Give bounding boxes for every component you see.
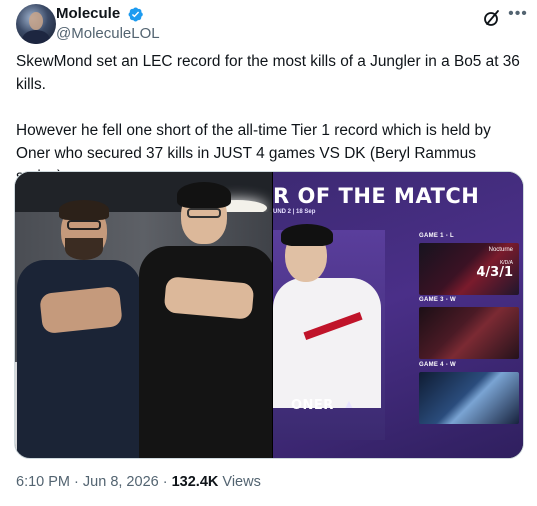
person-right-crossed-arms <box>163 276 255 320</box>
display-name[interactable]: Molecule <box>56 5 120 23</box>
player-of-the-match-graphic[interactable]: R OF THE MATCH UND 2 | 18 Sep ONER ▲ GAM… <box>273 172 523 458</box>
kda-value: 4/3/1 <box>476 265 513 280</box>
tweet-meta: 6:10 PM · Jun 8, 2026 · 132.4K Views <box>16 474 261 490</box>
person-right-body <box>139 246 272 458</box>
champion-name: Nocturne <box>488 247 513 253</box>
author-handle[interactable]: @MoleculeLOL <box>56 24 160 44</box>
tweet-body: SkewMond set an LEC record for the most … <box>16 50 526 188</box>
players-photo[interactable] <box>15 172 272 458</box>
views-count[interactable]: 132.4K <box>172 474 219 490</box>
game-thumbnail <box>419 307 519 359</box>
potm-title: R OF THE MATCH <box>273 184 480 208</box>
game-label: GAME 3 - W <box>419 297 456 303</box>
person-left-crossed-arms <box>39 285 123 335</box>
game-card-1: GAME 1 - L Nocturne K/D/A 4/3/1 <box>419 232 519 295</box>
avatar[interactable] <box>16 4 56 44</box>
player-name-label: ONER <box>291 398 334 413</box>
game-label: GAME 1 - L <box>419 233 455 239</box>
game-card-4: GAME 4 - W <box>419 361 519 424</box>
tweet-paragraph: SkewMond set an LEC record for the most … <box>16 53 520 93</box>
person-right-hair <box>177 182 231 208</box>
game-thumbnail <box>419 372 519 424</box>
meta-separator: · <box>74 474 79 490</box>
tweet-date[interactable]: Jun 8, 2026 <box>83 474 159 490</box>
more-options-icon[interactable]: ••• <box>508 6 528 27</box>
author-block: Molecule @MoleculeLOL <box>56 5 160 44</box>
tweet-media[interactable]: R OF THE MATCH UND 2 | 18 Sep ONER ▲ GAM… <box>14 171 524 459</box>
person-left-glasses <box>67 220 101 230</box>
person-right-glasses <box>187 208 221 218</box>
potm-subtitle: UND 2 | 18 Sep <box>273 209 316 215</box>
game-thumbnail: Nocturne K/D/A 4/3/1 <box>419 243 519 295</box>
game-stats: Nocturne K/D/A 4/3/1 <box>476 247 513 280</box>
views-label: Views <box>222 474 261 490</box>
game-label: GAME 4 - W <box>419 362 456 368</box>
game-card-3: GAME 3 - W <box>419 296 519 359</box>
verified-badge-icon <box>128 7 143 21</box>
tweet-time[interactable]: 6:10 PM <box>16 474 70 490</box>
person-left-hair <box>59 200 109 220</box>
grok-icon[interactable] <box>482 8 502 28</box>
team-logo-icon: ▲ <box>343 397 355 411</box>
player-body <box>273 278 381 408</box>
player-hair <box>281 224 333 246</box>
tweet-header: Molecule @MoleculeLOL ••• <box>16 4 527 44</box>
meta-separator: · <box>162 474 168 490</box>
person-left-beard <box>65 238 103 260</box>
